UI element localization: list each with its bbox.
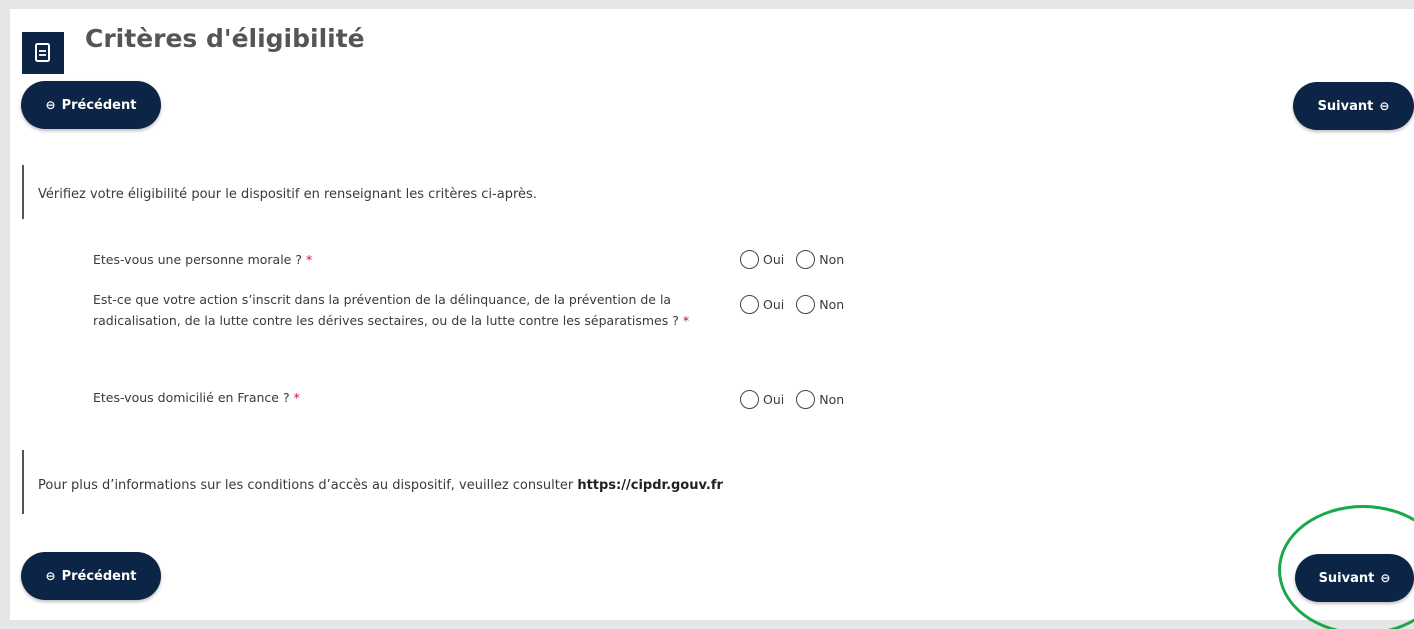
radio-group-legal-entity: Oui Non [740, 250, 856, 269]
radio-oui[interactable] [740, 295, 759, 314]
info-panel: Pour plus d’informations sur les conditi… [22, 450, 1414, 514]
next-arrow-icon: ⊖ [1380, 571, 1391, 585]
radio-group-prevention-action: Oui Non [740, 295, 856, 314]
next-button-label: Suivant [1318, 570, 1375, 586]
question-text: Etes-vous domicilié en France ? [93, 390, 290, 405]
required-asterisk: * [293, 390, 300, 405]
question-domiciled-france: Etes-vous domicilié en France ? * [93, 387, 693, 408]
radio-label-oui: Oui [763, 252, 785, 267]
next-button-bottom[interactable]: Suivant ⊖ [1295, 554, 1414, 602]
next-button-top[interactable]: Suivant ⊖ [1293, 82, 1414, 130]
question-prevention-action: Est-ce que votre action s’inscrit dans l… [93, 289, 693, 331]
radio-oui[interactable] [740, 390, 759, 409]
radio-label-non: Non [819, 392, 845, 407]
radio-non[interactable] [796, 250, 816, 269]
intro-text: Vérifiez votre éligibilité pour le dispo… [38, 187, 537, 202]
radio-group-domiciled-france: Oui Non [740, 390, 856, 409]
previous-button-bottom[interactable]: ⊖ Précédent [21, 552, 161, 600]
required-asterisk: * [682, 313, 690, 328]
radio-non[interactable] [796, 295, 816, 314]
radio-oui[interactable] [740, 250, 759, 269]
radio-label-oui: Oui [763, 297, 785, 312]
radio-label-oui: Oui [763, 392, 785, 407]
next-arrow-icon: ⊖ [1379, 99, 1390, 113]
previous-button-label: Précédent [61, 568, 137, 584]
info-message: Pour plus d’informations sur les conditi… [38, 478, 578, 493]
previous-button-label: Précédent [61, 97, 137, 113]
radio-non[interactable] [796, 390, 816, 409]
radio-label-non: Non [819, 252, 845, 267]
previous-button-top[interactable]: ⊖ Précédent [21, 81, 161, 129]
question-text: Etes-vous une personne morale ? [93, 252, 302, 267]
page-title: Critères d'éligibilité [85, 24, 365, 53]
radio-label-non: Non [819, 297, 845, 312]
previous-arrow-icon: ⊖ [45, 98, 56, 112]
question-legal-entity: Etes-vous une personne morale ? * [93, 249, 693, 270]
next-button-label: Suivant [1317, 98, 1374, 114]
document-icon [22, 32, 64, 74]
previous-arrow-icon: ⊖ [45, 569, 56, 583]
question-text: Est-ce que votre action s’inscrit dans l… [93, 292, 679, 328]
required-asterisk: * [305, 252, 313, 267]
info-text: Pour plus d’informations sur les conditi… [38, 478, 723, 493]
intro-panel: Vérifiez votre éligibilité pour le dispo… [22, 165, 1414, 219]
info-link[interactable]: https://cipdr.gouv.fr [577, 478, 723, 493]
